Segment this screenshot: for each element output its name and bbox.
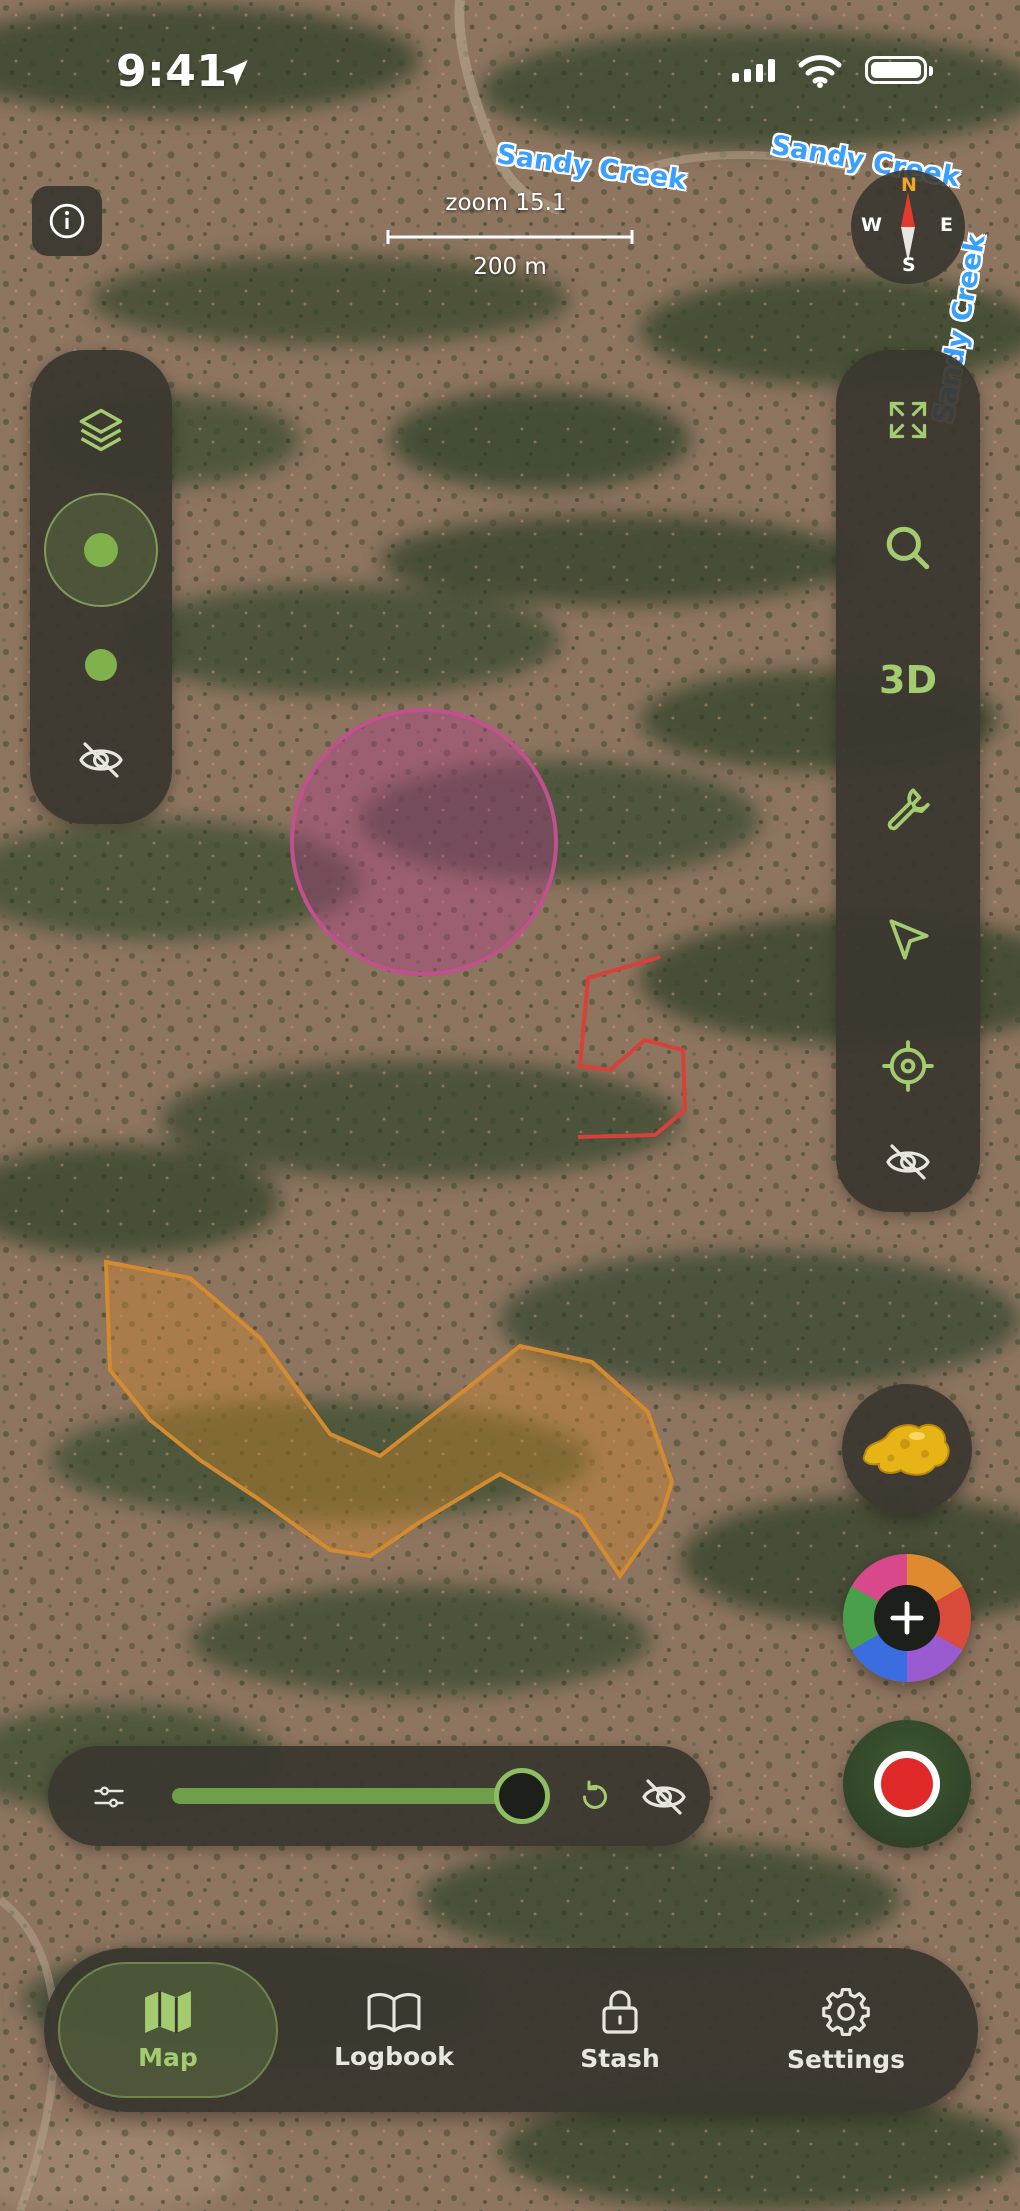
record-icon [874, 1751, 940, 1817]
tab-stash[interactable]: Stash [510, 1962, 730, 2098]
sliders-icon [94, 1786, 124, 1808]
circle-annotation [290, 708, 558, 976]
map-icon [145, 1990, 191, 2033]
3d-toggle-button[interactable]: 3D [858, 630, 958, 730]
layers-button[interactable] [51, 380, 151, 480]
compass-button[interactable]: N S E W [851, 170, 965, 284]
tools-panel: 3D [836, 350, 980, 1212]
opacity-slider-thumb[interactable] [494, 1768, 550, 1824]
gear-icon [822, 1987, 870, 2036]
location-arrow-icon [222, 60, 248, 86]
add-marker-button[interactable] [843, 1554, 971, 1682]
opacity-slider-bar [48, 1746, 710, 1846]
hide-overlay-button[interactable] [636, 1772, 692, 1822]
dot-layer-button[interactable] [66, 630, 136, 700]
locate-me-button[interactable] [858, 1016, 958, 1116]
tab-label: Logbook [334, 2041, 454, 2071]
layers-icon [79, 408, 123, 452]
expand-icon [889, 401, 927, 439]
hide-tools-button[interactable] [858, 1122, 958, 1202]
reset-icon [583, 1780, 607, 1809]
eye-off-icon [79, 742, 123, 778]
lock-icon [602, 1989, 638, 2034]
fullscreen-button[interactable] [858, 370, 958, 470]
search-icon [886, 526, 930, 570]
gold-nugget-icon [862, 1423, 950, 1476]
tab-label: Stash [580, 2043, 660, 2073]
hide-layers-button[interactable] [56, 720, 146, 800]
compass-needle-icon [901, 192, 915, 262]
compass-north: N [901, 174, 917, 196]
compass-east: E [940, 214, 953, 236]
eye-off-icon [642, 1779, 686, 1815]
wrench-icon [887, 788, 930, 831]
battery-icon [865, 56, 933, 84]
info-icon [49, 203, 85, 239]
opacity-slider-track[interactable] [172, 1788, 542, 1804]
search-button[interactable] [858, 498, 958, 598]
tab-bar: Map Logbook Stash Settings [44, 1948, 978, 2112]
tools-button[interactable] [858, 758, 958, 858]
tab-map[interactable]: Map [58, 1962, 278, 2098]
cellular-signal-icon [732, 58, 775, 82]
navigate-arrow-icon [889, 919, 929, 960]
plus-icon [874, 1585, 940, 1651]
tab-settings[interactable]: Settings [736, 1962, 956, 2098]
tab-label: Settings [786, 2044, 905, 2074]
zoom-level: zoom 15.1 [445, 190, 567, 216]
location-dot-icon [84, 533, 118, 567]
location-layer-button[interactable] [44, 493, 158, 607]
wifi-icon [798, 55, 842, 88]
record-track-button[interactable] [843, 1720, 971, 1848]
tab-logbook[interactable]: Logbook [284, 1962, 504, 2098]
compass-south: S [902, 254, 916, 276]
status-bar: 9:41 [0, 0, 1020, 150]
stash-nugget-button[interactable] [842, 1384, 972, 1514]
eye-off-icon [886, 1144, 930, 1180]
crosshair-icon [882, 1040, 934, 1092]
scale-bar [386, 230, 634, 244]
info-button[interactable] [32, 186, 102, 256]
book-icon [367, 1992, 421, 2032]
navigate-button[interactable] [858, 890, 958, 990]
adjustments-button[interactable] [84, 1772, 134, 1822]
reset-button[interactable] [570, 1772, 620, 1822]
dot-icon [85, 649, 117, 681]
status-time: 9:41 [116, 46, 228, 97]
tab-label: Map [138, 2042, 198, 2072]
layer-panel [30, 350, 172, 824]
scale-label: 200 m [473, 254, 547, 280]
compass-west: W [861, 214, 882, 236]
